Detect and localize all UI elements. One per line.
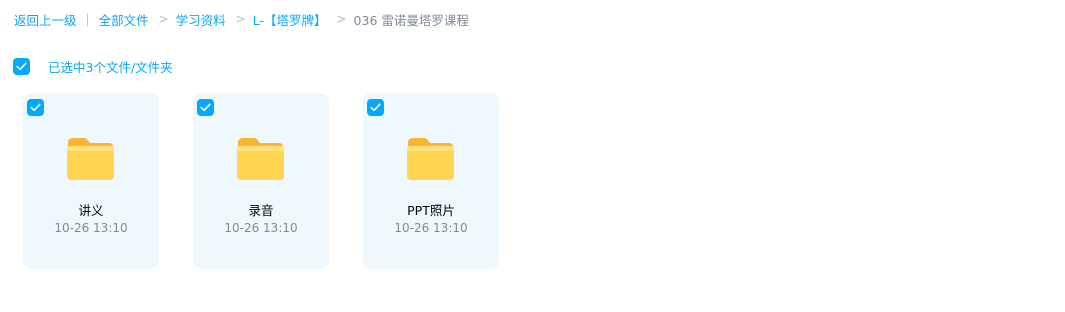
breadcrumb-chevron: >: [158, 12, 169, 26]
folder-icon: [67, 138, 114, 180]
breadcrumb-study-materials[interactable]: 学习资料: [176, 10, 226, 29]
breadcrumb: 返回上一级 | 全部文件 > 学习资料 > L-【塔罗牌】 > 036 雷诺曼塔…: [14, 10, 469, 28]
folder-icon: [237, 138, 284, 180]
breadcrumb-current-folder: 036 雷诺曼塔罗课程: [353, 12, 469, 28]
folder-modified-time: 10-26 13:10: [54, 221, 128, 235]
breadcrumb-tarot-folder[interactable]: L-【塔罗牌】: [253, 10, 327, 29]
breadcrumb-chevron: >: [336, 12, 347, 26]
breadcrumb-chevron: >: [235, 12, 246, 26]
selection-summary: 已选中3个文件/文件夹: [48, 59, 173, 75]
breadcrumb-all-files[interactable]: 全部文件: [99, 10, 149, 29]
folder-modified-time: 10-26 13:10: [394, 221, 468, 235]
checkmark-icon: [200, 103, 211, 112]
checkmark-icon: [30, 103, 41, 112]
folder-card[interactable]: 录音 10-26 13:10: [193, 93, 329, 269]
back-up-one-level-link[interactable]: 返回上一级: [14, 10, 77, 29]
checkmark-icon: [370, 103, 381, 112]
folder-icon: [407, 138, 454, 180]
item-checkbox[interactable]: [27, 99, 44, 116]
folder-name: 讲义: [78, 203, 104, 218]
checkmark-icon: [16, 62, 27, 70]
folder-name: 录音: [248, 203, 274, 218]
folder-modified-time: 10-26 13:10: [224, 221, 298, 235]
folder-card[interactable]: PPT照片 10-26 13:10: [363, 93, 499, 269]
folder-name: PPT照片: [407, 203, 455, 218]
select-all-checkbox[interactable]: [13, 57, 30, 75]
item-checkbox[interactable]: [367, 99, 384, 116]
folder-card[interactable]: 讲义 10-26 13:10: [23, 93, 159, 269]
selection-bar: 已选中3个文件/文件夹: [13, 57, 173, 75]
breadcrumb-divider: |: [85, 12, 90, 26]
item-checkbox[interactable]: [197, 99, 214, 116]
